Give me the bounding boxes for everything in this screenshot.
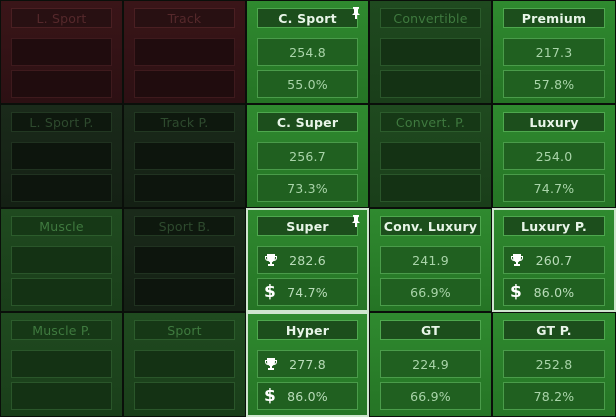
segment-value-box — [134, 142, 235, 170]
segment-value-box — [134, 246, 235, 274]
segment-title: Luxury — [503, 112, 605, 132]
segment-cell-convertible[interactable]: Convertible — [369, 0, 492, 104]
segment-cell-l-sport[interactable]: L. Sport — [0, 0, 123, 104]
segment-cell-l-sport-p[interactable]: L. Sport P. — [0, 104, 123, 208]
segment-cell-sport[interactable]: Sport — [123, 312, 246, 417]
segment-percent-box — [11, 70, 112, 98]
segment-value: 260.7 — [535, 252, 573, 268]
segment-value: 277.8 — [289, 356, 326, 372]
segment-value: 256.7 — [257, 142, 358, 170]
market-segment-grid: L. Sport Track C. Sport 254.8 55.0% Conv… — [0, 0, 616, 417]
segment-percent: 74.7% — [287, 284, 328, 300]
segment-percent-box — [11, 382, 112, 410]
segment-value: 217.3 — [503, 38, 605, 66]
segment-cell-muscle[interactable]: Muscle — [0, 208, 123, 312]
segment-title: GT P. — [503, 320, 605, 340]
segment-title: L. Sport — [11, 8, 112, 28]
segment-cell-sport-b[interactable]: Sport B. — [123, 208, 246, 312]
segment-value-row: 277.8 — [257, 350, 358, 378]
segment-value: 252.8 — [503, 350, 605, 378]
segment-value-box — [11, 142, 112, 170]
segment-title: Convertible — [380, 8, 481, 28]
segment-percent: 66.9% — [380, 278, 481, 306]
segment-value-box — [380, 38, 481, 66]
segment-value: 224.9 — [380, 350, 481, 378]
segment-value: 254.8 — [257, 38, 358, 66]
segment-value-row: 282.6 — [257, 246, 358, 274]
segment-value-row: 260.7 — [503, 246, 605, 274]
segment-title: C. Sport — [257, 8, 358, 28]
segment-value: 241.9 — [380, 246, 481, 274]
segment-title: Sport B. — [134, 216, 235, 236]
segment-cell-convert-p[interactable]: Convert. P. — [369, 104, 492, 208]
segment-percent-box — [11, 174, 112, 202]
segment-value-box — [134, 38, 235, 66]
segment-percent: 66.9% — [380, 382, 481, 410]
segment-cell-luxury[interactable]: Luxury 254.0 74.7% — [492, 104, 616, 208]
segment-title: Hyper — [257, 320, 358, 340]
segment-value-box — [380, 142, 481, 170]
segment-title: Luxury P. — [503, 216, 605, 236]
segment-cell-luxury-p[interactable]: Luxury P. 260.7 $ 86.0% — [492, 208, 616, 312]
segment-value-box — [11, 38, 112, 66]
segment-value-box — [11, 246, 112, 274]
segment-title: Track — [134, 8, 235, 28]
trophy-icon — [264, 253, 278, 267]
segment-title: Muscle — [11, 216, 112, 236]
segment-title: GT — [380, 320, 481, 340]
segment-percent-box — [134, 174, 235, 202]
segment-title: Muscle P. — [11, 320, 112, 340]
segment-percent: 86.0% — [533, 284, 575, 300]
segment-percent-box — [11, 278, 112, 306]
segment-cell-premium[interactable]: Premium 217.3 57.8% — [492, 0, 616, 104]
segment-title: Convert. P. — [380, 112, 481, 132]
segment-title: Conv. Luxury — [380, 216, 481, 236]
segment-percent: 55.0% — [257, 70, 358, 98]
segment-percent-box — [380, 174, 481, 202]
segment-title: Track P. — [134, 112, 235, 132]
segment-title: Premium — [503, 8, 605, 28]
segment-title: L. Sport P. — [11, 112, 112, 132]
pin-icon[interactable] — [349, 5, 363, 24]
segment-cell-hyper[interactable]: Hyper 277.8 $ 86.0% — [246, 312, 369, 417]
segment-percent-box — [134, 70, 235, 98]
segment-cell-super[interactable]: Super 282.6 $ 74.7% — [246, 208, 369, 312]
segment-cell-c-sport[interactable]: C. Sport 254.8 55.0% — [246, 0, 369, 104]
segment-value-box — [134, 350, 235, 378]
segment-percent: 86.0% — [287, 388, 328, 404]
dollar-icon: $ — [510, 282, 523, 302]
segment-percent: 74.7% — [503, 174, 605, 202]
segment-cell-gt[interactable]: GT 224.9 66.9% — [369, 312, 492, 417]
segment-percent: 73.3% — [257, 174, 358, 202]
segment-cell-track-p[interactable]: Track P. — [123, 104, 246, 208]
pin-icon[interactable] — [349, 213, 363, 232]
trophy-icon — [510, 253, 524, 267]
segment-title: C. Super — [257, 112, 358, 132]
segment-cell-muscle-p[interactable]: Muscle P. — [0, 312, 123, 417]
trophy-icon — [264, 357, 278, 371]
segment-percent: 57.8% — [503, 70, 605, 98]
segment-value: 282.6 — [289, 252, 326, 268]
segment-value-box — [11, 350, 112, 378]
segment-cell-conv-luxury[interactable]: Conv. Luxury 241.9 66.9% — [369, 208, 492, 312]
segment-percent-box — [380, 70, 481, 98]
dollar-icon: $ — [264, 282, 277, 302]
segment-cell-c-super[interactable]: C. Super 256.7 73.3% — [246, 104, 369, 208]
segment-cell-gt-p[interactable]: GT P. 252.8 78.2% — [492, 312, 616, 417]
segment-title: Sport — [134, 320, 235, 340]
segment-cell-track[interactable]: Track — [123, 0, 246, 104]
segment-percent-box — [134, 278, 235, 306]
segment-percent-row: $ 86.0% — [503, 278, 605, 306]
segment-title: Super — [257, 216, 358, 236]
segment-percent-row: $ 86.0% — [257, 382, 358, 410]
segment-value: 254.0 — [503, 142, 605, 170]
segment-percent-row: $ 74.7% — [257, 278, 358, 306]
segment-percent-box — [134, 382, 235, 410]
dollar-icon: $ — [264, 386, 277, 406]
segment-percent: 78.2% — [503, 382, 605, 410]
